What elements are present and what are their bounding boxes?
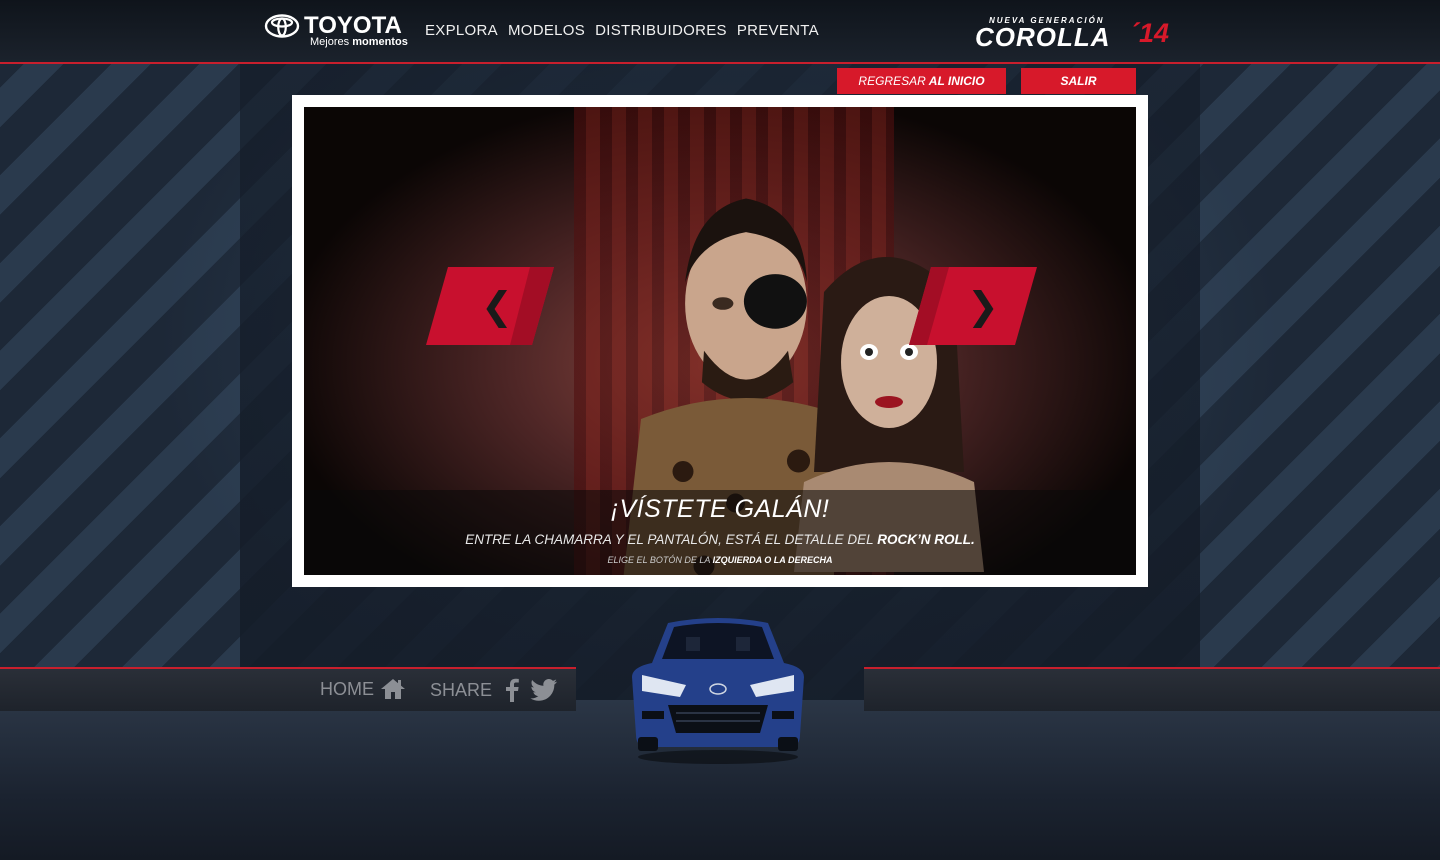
home-link[interactable]: HOME: [320, 678, 406, 700]
back-to-start-button[interactable]: REGRESAR AL INICIO: [837, 68, 1006, 94]
video-caption: ¡VÍSTETE GALÁN! ENTRE LA CHAMARRA Y EL P…: [304, 490, 1136, 575]
brand-name: COROLLA: [975, 22, 1111, 52]
caption-hint: ELIGE EL BOTÓN DE LA IZQUIERDA O LA DERE…: [304, 555, 1136, 565]
share-label: SHARE: [430, 679, 493, 700]
toyota-logo[interactable]: TOYOTA Mejores momentos: [264, 12, 409, 50]
nav-item-explora[interactable]: EXPLORA: [425, 22, 498, 39]
nav-item-modelos[interactable]: MODELOS: [508, 22, 585, 39]
back-button-label-light: REGRESAR: [858, 74, 926, 88]
corolla-brand-logo: NUEVA GENERACIÓN COROLLA ´14: [975, 16, 1190, 52]
nav-item-preventa[interactable]: PREVENTA: [737, 22, 819, 39]
main-nav: EXPLORA MODELOS DISTRIBUIDORES PREVENTA: [425, 22, 829, 39]
logo-tagline: Mejores momentos: [310, 36, 408, 48]
house-icon: [381, 679, 405, 699]
exit-button[interactable]: SALIR: [1021, 68, 1136, 94]
footer-shelf-right: [864, 667, 1440, 711]
corolla-car-image: [632, 618, 804, 764]
caption-title: ¡VÍSTETE GALÁN!: [610, 495, 830, 523]
top-bar: TOYOTA Mejores momentos EXPLORA MODELOS …: [0, 0, 1440, 64]
home-label: HOME: [320, 678, 374, 699]
twitter-icon[interactable]: [530, 679, 558, 701]
chevron-left-icon: ❮: [481, 284, 513, 329]
caption-subtitle-bold: ROCK’N ROLL.: [877, 532, 975, 547]
caption-subtitle-light: ENTRE LA CHAMARRA Y EL PANTALÓN, ESTÁ EL…: [465, 532, 874, 547]
facebook-icon[interactable]: [504, 678, 520, 702]
caption-subtitle: ENTRE LA CHAMARRA Y EL PANTALÓN, ESTÁ EL…: [304, 532, 1136, 547]
tagline-light: Mejores: [310, 36, 350, 48]
toyota-emblem-icon: [264, 14, 300, 38]
share-group: SHARE: [430, 678, 558, 702]
previous-button[interactable]: ❮: [426, 267, 554, 345]
video-player[interactable]: ❮ ❯ ¡VÍSTETE GALÁN! ENTRE LA CHAMARRA Y …: [304, 107, 1136, 575]
tagline-bold: momentos: [352, 36, 408, 48]
caption-hint-bold: IZQUIERDA O LA DERECHA: [712, 555, 833, 565]
caption-hint-light: ELIGE EL BOTÓN DE LA: [607, 555, 711, 565]
next-button[interactable]: ❯: [909, 267, 1037, 345]
chevron-right-icon: ❯: [967, 284, 999, 329]
back-button-label-bold: AL INICIO: [928, 74, 985, 88]
brand-year: ´14: [1130, 18, 1170, 48]
nav-item-distribuidores[interactable]: DISTRIBUIDORES: [595, 22, 727, 39]
